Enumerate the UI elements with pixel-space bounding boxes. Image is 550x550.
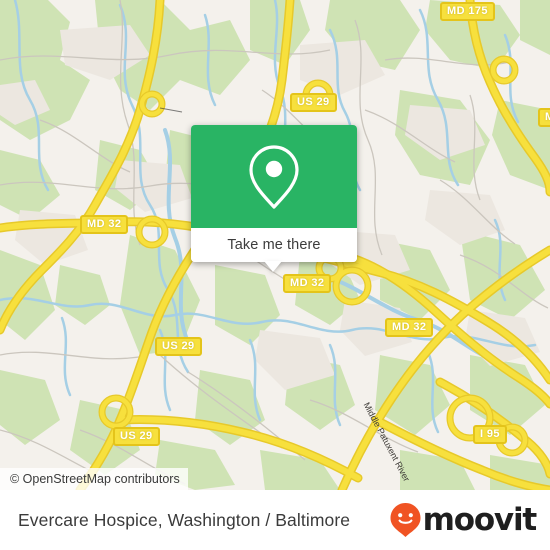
place-popup-card[interactable]: Take me there <box>191 125 357 272</box>
popup-pointer-tail <box>264 261 282 272</box>
page-title: Evercare Hospice, Washington / Baltimore <box>18 509 351 530</box>
take-me-there-label: Take me there <box>227 237 321 253</box>
road-shield: MD 32 <box>80 215 129 234</box>
osm-attribution[interactable]: © OpenStreetMap contributors <box>0 468 188 490</box>
road-shield: US 29 <box>113 427 160 446</box>
road-shield: MD 175 <box>440 2 495 21</box>
popup-image-placeholder <box>191 125 357 228</box>
moovit-logo[interactable]: moovit <box>389 501 538 538</box>
road-shield: M <box>538 108 550 127</box>
moovit-smiley-pin-icon <box>390 503 421 537</box>
map-pin-icon <box>249 144 299 209</box>
road-shield: MD 32 <box>283 274 332 293</box>
map-viewport[interactable]: MD 175 US 29 M MD 32 MD 32 MD 32 US 29 U… <box>0 0 550 490</box>
road-shield: MD 32 <box>385 318 434 337</box>
road-shield: US 29 <box>155 337 202 356</box>
footer-bar: Evercare Hospice, Washington / Baltimore… <box>0 490 550 550</box>
road-shield: I 95 <box>473 425 507 444</box>
road-shield: US 29 <box>290 93 337 112</box>
take-me-there-button[interactable]: Take me there <box>191 228 357 262</box>
moovit-wordmark: moovit <box>422 501 538 538</box>
